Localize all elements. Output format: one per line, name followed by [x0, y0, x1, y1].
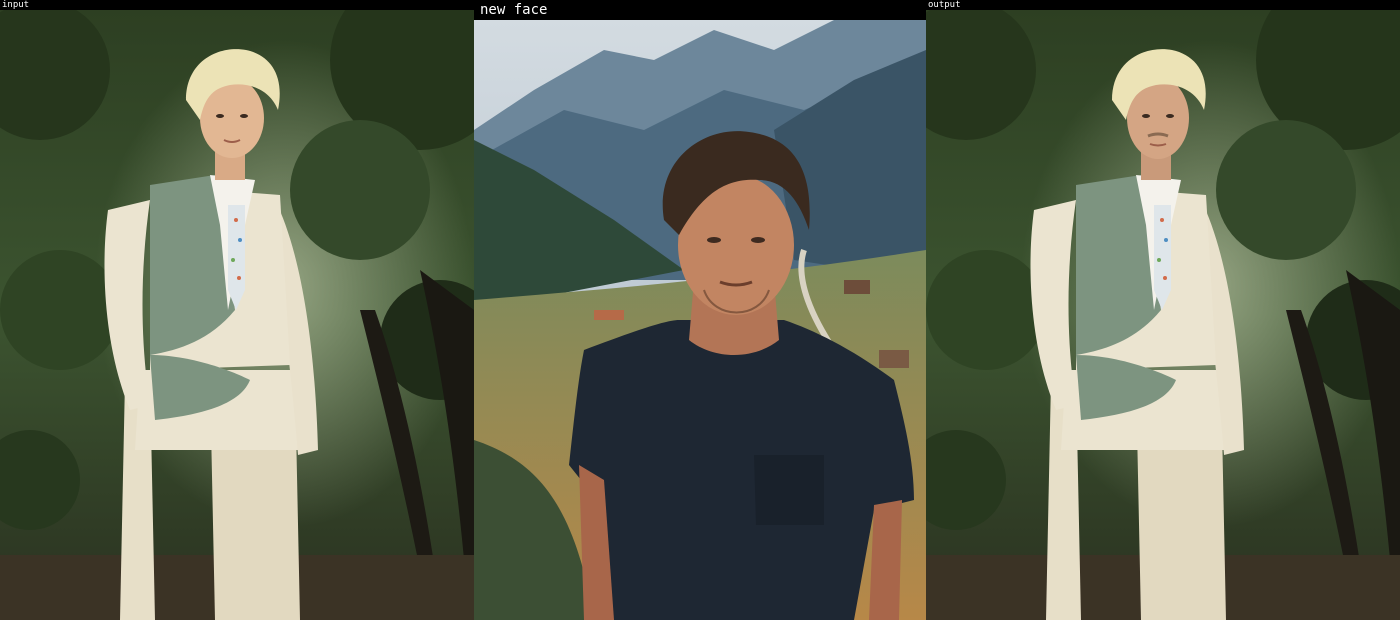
new-face-image	[474, 20, 926, 620]
input-photo	[0, 10, 474, 620]
output-photo	[926, 10, 1400, 620]
new-face-panel: new face	[474, 0, 926, 620]
output-panel-label: output	[926, 0, 1400, 10]
output-panel: output	[926, 0, 1400, 620]
input-image	[0, 10, 474, 620]
new-face-panel-label: new face	[474, 0, 926, 20]
input-panel: input	[0, 0, 474, 620]
output-image	[926, 10, 1400, 620]
input-panel-label: input	[0, 0, 474, 10]
new-face-photo	[474, 20, 926, 620]
